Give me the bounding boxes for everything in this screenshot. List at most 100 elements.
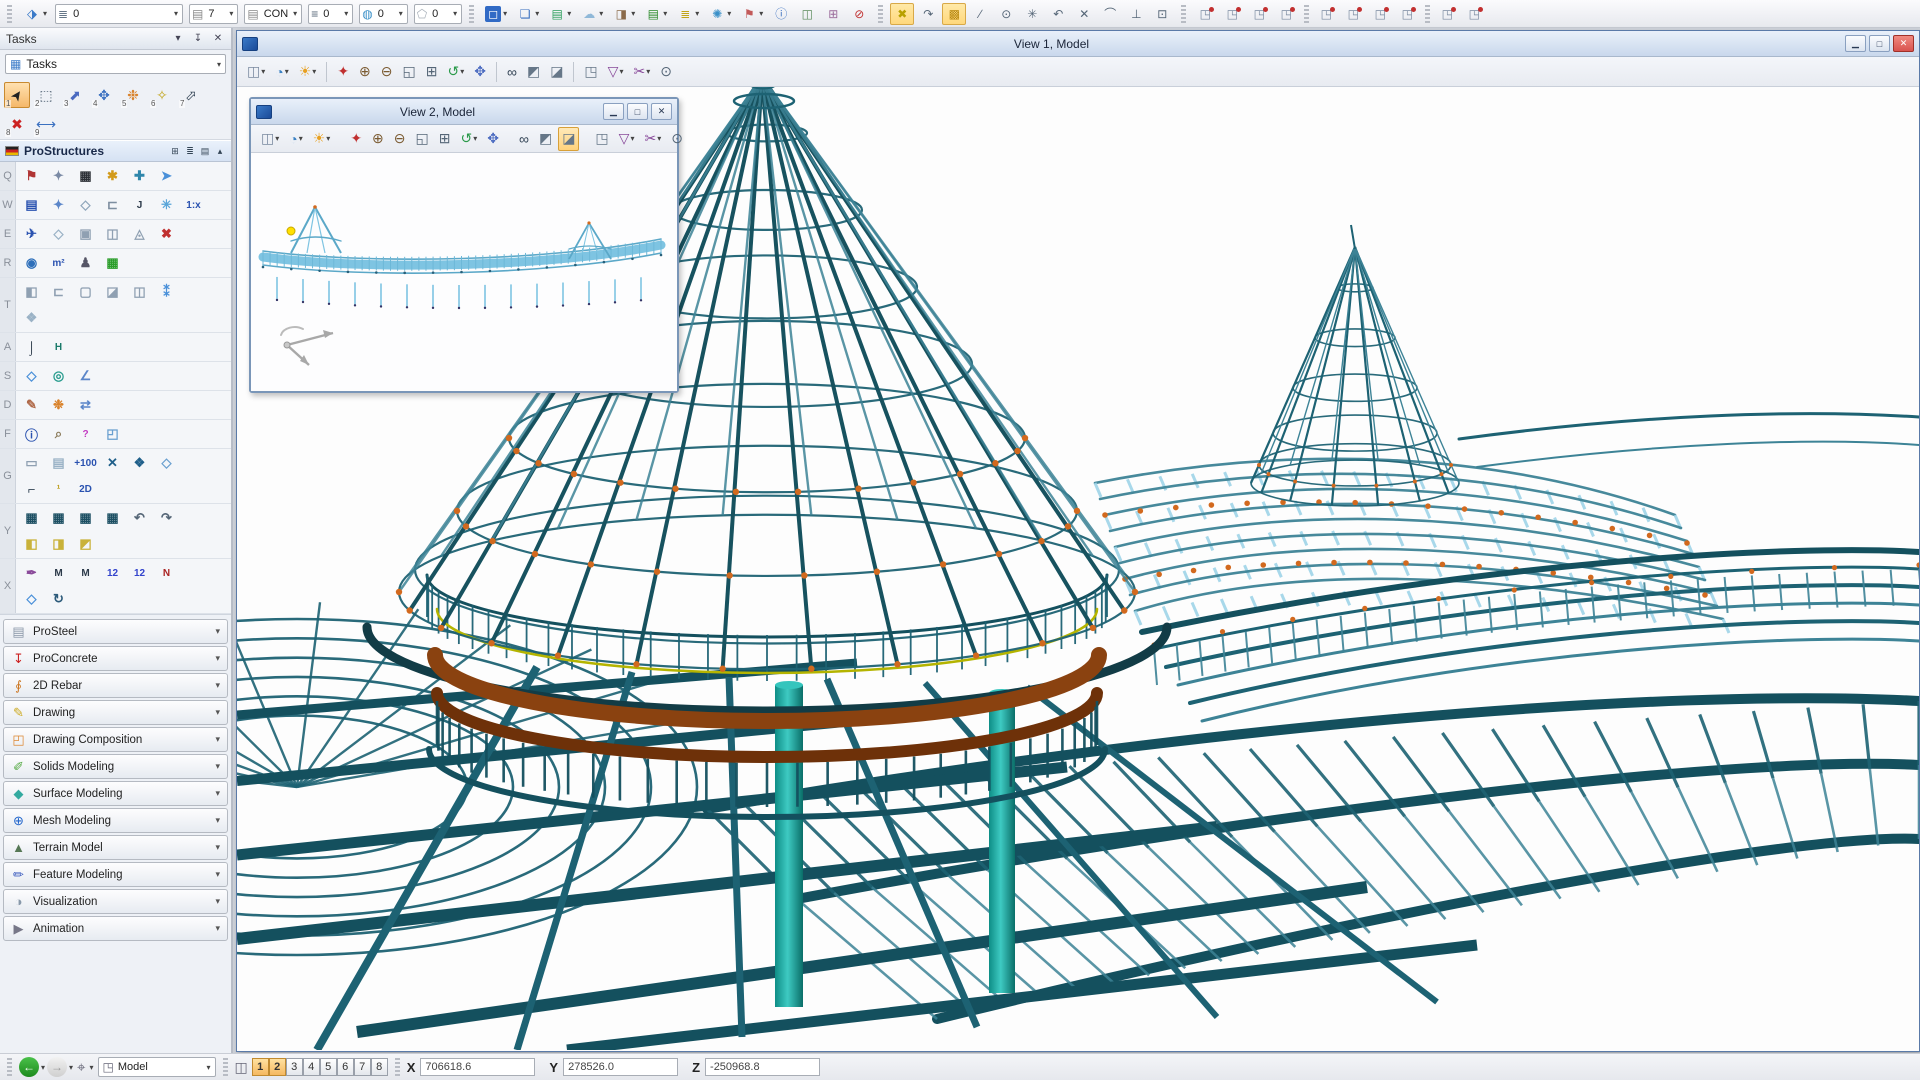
named-boundary-4-button[interactable]: ◳ [1274,3,1299,25]
coordinate-value-y[interactable]: 278526.0 [563,1058,678,1076]
connection-wizard-icon[interactable]: ➤ [153,163,180,189]
view1-titlebar[interactable]: View 1, Model ▁ □ ✕ [237,31,1919,57]
close-panel-icon[interactable]: ✕ [211,33,225,44]
toolbar-grip[interactable] [469,5,474,23]
element-selection-tool[interactable]: ⬗▾ [19,3,51,25]
dimension-1-icon[interactable]: ¹ [45,476,72,502]
profile-small-icon[interactable]: ⊏ [45,279,72,305]
saved-view-1-button[interactable]: ◳ [1314,3,1339,25]
layout-list-icon[interactable]: ≣ [184,146,196,157]
scale-1x-icon[interactable]: 1:x [180,192,207,218]
section-drawing-composition[interactable]: ◰Drawing Composition▾ [3,727,228,752]
part-tag-icon[interactable]: ◇ [153,450,180,476]
lock-solid-icon[interactable]: ▣ [72,221,99,247]
steel-insert-icon[interactable]: H [45,334,72,360]
hook-j-icon[interactable]: J [126,192,153,218]
section-drawing[interactable]: ✎Drawing▾ [3,700,228,725]
clip-volume-button[interactable]: ▽▾ [604,60,628,84]
delete-element-button[interactable]: ✖8 [4,111,30,137]
list-book-icon[interactable]: ▤ [45,450,72,476]
coordinate-value-z[interactable]: -250968.8 [705,1058,820,1076]
pan-view-tool-button[interactable]: ✥4 [91,82,117,108]
steel-export-icon[interactable]: ✕ [99,450,126,476]
active-level-combo[interactable]: ≣0▾ [55,4,183,24]
active-line-style-combo[interactable]: ▤CON▾ [244,4,302,24]
update-view-button[interactable]: ✦ [333,60,353,84]
bolt-pattern-icon[interactable]: ⁑ [153,279,180,305]
level-offset-100-icon[interactable]: +100 [72,450,99,476]
view-toggle-7[interactable]: 7 [354,1058,371,1076]
section-feature-modeling[interactable]: ✏Feature Modeling▾ [3,862,228,887]
edit-part-icon[interactable]: ✎ [18,392,45,418]
paint-palette-icon[interactable]: ❉ [45,392,72,418]
snap-midpoint-button[interactable]: ∕ [968,3,992,25]
point-clouds-button[interactable]: ☁▾ [577,3,607,25]
hanger-tool-icon[interactable]: ⌡ [18,334,45,360]
zoom-out-button[interactable]: ⊖ [390,127,410,151]
model-selector-combo[interactable]: ◳ Model ▾ [98,1057,216,1077]
markup-disabled-button[interactable]: ⊘ [847,3,871,25]
section-mesh-modeling[interactable]: ⊕Mesh Modeling▾ [3,808,228,833]
crew-manager-icon[interactable]: ♟ [72,250,99,276]
references-button[interactable]: ▤▾ [641,3,671,25]
copy-solid-icon[interactable]: ◫ [99,221,126,247]
maximize-button[interactable]: □ [627,103,648,120]
span-mark-icon[interactable]: M [45,560,72,586]
axis-solid-icon[interactable]: ◬ [126,221,153,247]
modify-element-button[interactable]: ⬀7 [178,82,204,108]
pan-view-button[interactable]: ✥ [470,60,490,84]
toolbar-grip[interactable] [7,5,12,23]
table-update-icon[interactable]: ▦ [72,505,99,531]
change-attributes-button[interactable]: ❉5 [120,82,146,108]
clip-volume-button[interactable]: ▽▾ [615,127,639,151]
collapse-icon[interactable]: ▴ [214,146,226,157]
zoom-in-button[interactable]: ⊕ [355,60,375,84]
sheet-manager-button[interactable]: ▤▾ [545,3,575,25]
measure-distance-button[interactable]: ⟷9 [33,111,59,137]
inspect-part-icon[interactable]: ⌕ [45,421,72,447]
view-previous-button[interactable]: ◩ [535,127,556,151]
ring-tool-icon[interactable]: ◎ [45,363,72,389]
view-brightness-button[interactable]: ☀▾ [295,60,321,84]
active-color-combo[interactable]: ▤7▾ [189,4,238,24]
view-toggle-8[interactable]: 8 [371,1058,388,1076]
section-visualization[interactable]: ◑Visualization▾ [3,889,228,914]
view-groups-icon[interactable]: ◫ [235,1059,248,1076]
chevron-down-icon[interactable]: ▾ [69,1063,73,1072]
walk-view-button[interactable]: ∞ [503,60,521,84]
group-manager-icon[interactable]: ▦ [72,163,99,189]
render-tools-button[interactable]: ✺▾ [705,3,735,25]
angle-steel-icon[interactable]: ◪ [99,279,126,305]
view2-canvas[interactable] [251,153,677,391]
snap-nearest-button[interactable]: ↷ [916,3,940,25]
section-solids-modeling[interactable]: ✐Solids Modeling▾ [3,754,228,779]
snap-keypoint-button[interactable]: ▩ [942,3,966,25]
panel-tool-icon[interactable]: ▭ [18,450,45,476]
snap-tangent-button[interactable]: ⌒ [1098,3,1122,25]
view-toggle-1[interactable]: 1 [252,1058,269,1076]
note-tag-icon[interactable]: N [153,560,180,586]
active-transparency-combo[interactable]: ⬠0▾ [414,4,462,24]
washer-assign-icon[interactable]: ◩ [72,531,99,557]
link-move-icon[interactable]: ⇄ [72,392,99,418]
clip-mask-button[interactable]: ✂▾ [640,127,665,151]
statusbar-grip[interactable] [223,1058,228,1076]
minimize-button[interactable]: ▁ [1845,35,1866,52]
active-class-combo[interactable]: ◍0▾ [359,4,408,24]
element-information-button[interactable]: ⓘ [769,3,793,25]
acs-compass-icon[interactable]: ⌖ [77,1059,85,1076]
maximize-button[interactable]: □ [1869,35,1890,52]
walk-view-button[interactable]: ∞ [515,127,533,151]
point-grid-button[interactable]: ⊞ [821,3,845,25]
view-pin-button[interactable]: ⊙ [667,127,687,151]
solid-cube-icon[interactable]: ◇ [45,221,72,247]
profile-c-icon[interactable]: ⊏ [99,192,126,218]
rotate-view-button[interactable]: ↺▾ [443,60,468,84]
section-terrain-model[interactable]: ▲Terrain Model▾ [3,835,228,860]
saved-view-3-button[interactable]: ◳ [1368,3,1393,25]
copy-view-button[interactable]: ◳ [591,127,612,151]
annotation-1-button[interactable]: ◳ [1435,3,1460,25]
position-number-1-icon[interactable]: 12 [99,560,126,586]
minimize-button[interactable]: ▁ [603,103,624,120]
statusbar-grip[interactable] [395,1058,400,1076]
